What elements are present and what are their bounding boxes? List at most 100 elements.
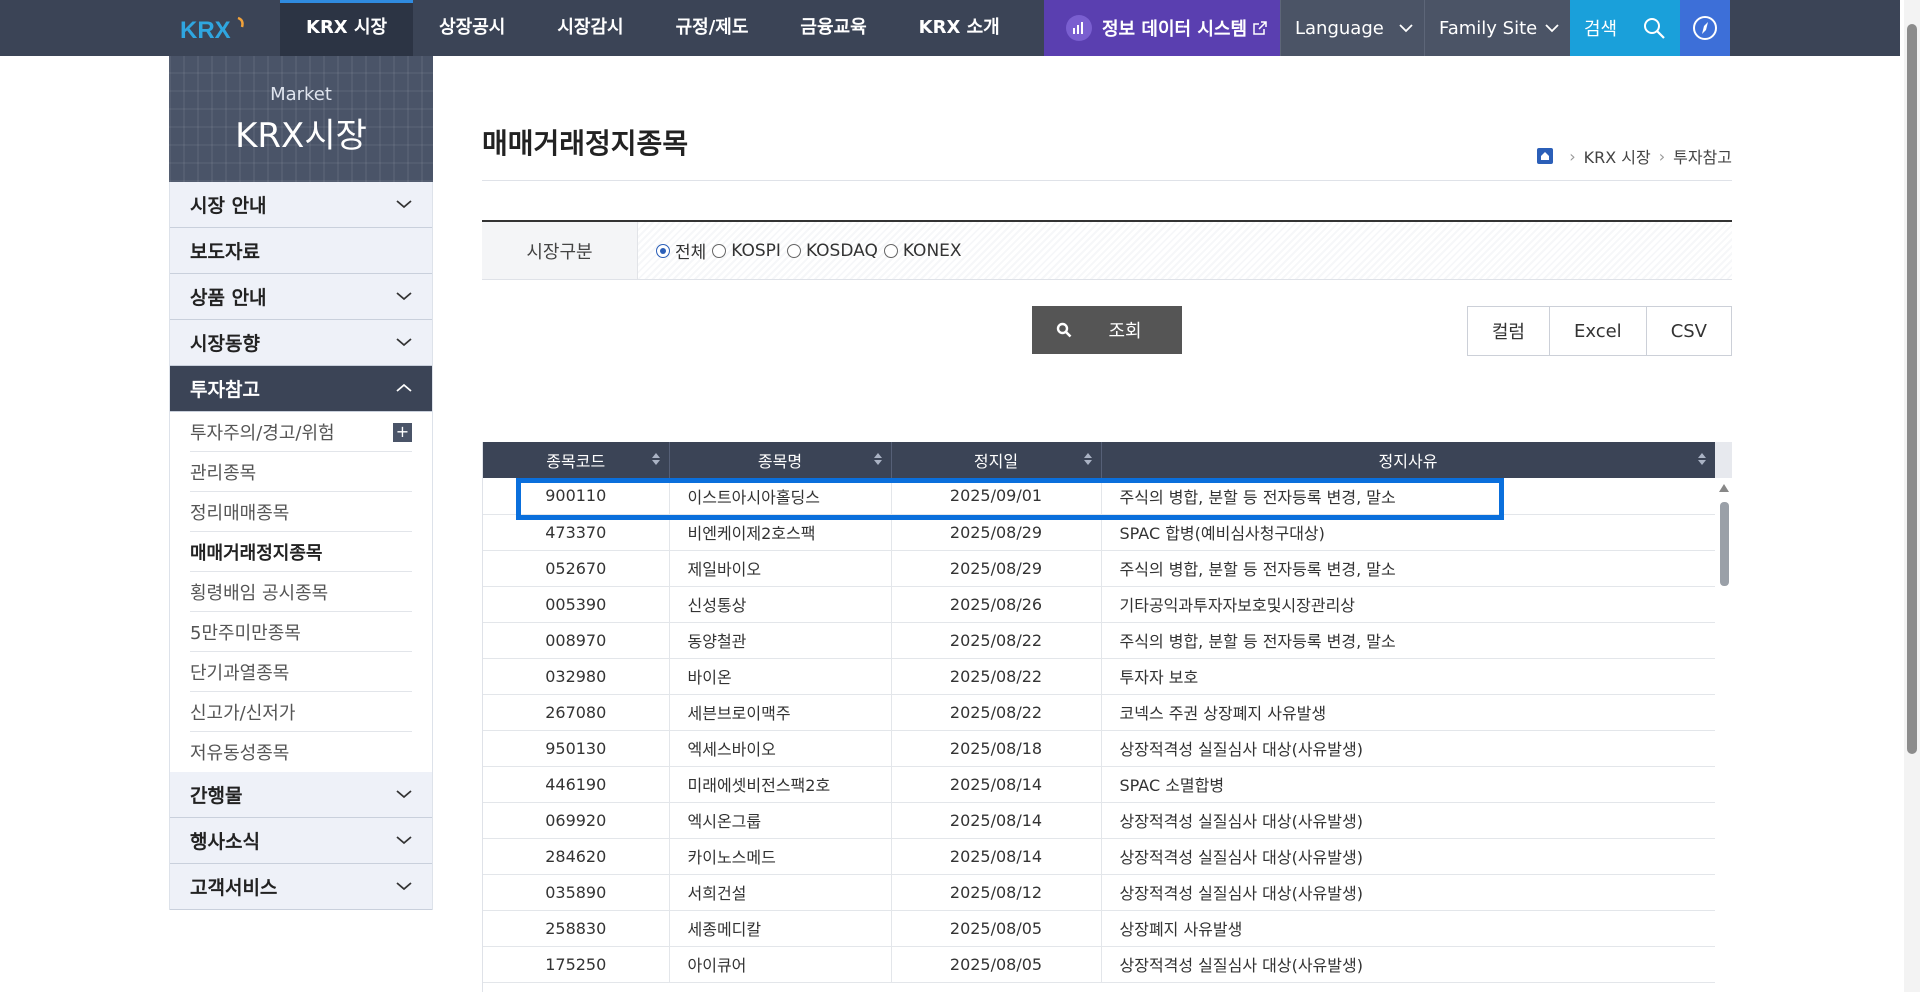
sidebar-item-market-trends[interactable]: 시장동향 — [170, 320, 432, 366]
bar-chart-icon — [1066, 15, 1092, 41]
table-row[interactable]: 005390 신성통상 2025/08/26 기타공익과투자자보호및시장관리상 — [483, 586, 1716, 623]
global-search-button[interactable]: 검색 — [1570, 0, 1680, 56]
breadcrumb-item[interactable]: KRX 시장 — [1584, 144, 1651, 168]
cell-reason: 주식의 병합, 분할 등 전자등록 변경, 말소 — [1101, 550, 1716, 587]
page-scrollbar-thumb[interactable] — [1907, 24, 1917, 754]
nav-listing-disclosure[interactable]: 상장공시 — [413, 0, 531, 56]
page-title: 매매거래정지종목 — [482, 127, 689, 160]
radio-dot — [883, 243, 898, 258]
cell-reason: 상장폐지 사유발생 — [1101, 910, 1716, 947]
column-header-date[interactable]: 정지일 — [891, 442, 1102, 478]
compass-icon — [1693, 16, 1717, 40]
title-divider — [482, 180, 1732, 181]
sidebar-item-label: 간행물 — [190, 785, 243, 807]
cell-reason: 주식의 병합, 분할 등 전자등록 변경, 말소 — [1101, 622, 1716, 659]
global-nav: KRX 시장 상장공시 시장감시 규정/제도 금융교육 KRX 소개 — [280, 0, 1026, 56]
table-row[interactable]: 258830 세종메디칼 2025/08/05 상장폐지 사유발생 — [483, 910, 1716, 947]
column-header-name[interactable]: 종목명 — [669, 442, 892, 478]
page-scrollbar[interactable] — [1904, 0, 1920, 992]
sidebar-item-investment-reference[interactable]: 투자참고 — [170, 366, 432, 412]
search-button[interactable]: 조회 — [1032, 306, 1182, 354]
sitemap-button[interactable] — [1680, 0, 1730, 56]
sidebar: Market KRX시장 시장 안내 보도자료 상품 안내 시장동향 투자참고 … — [169, 56, 433, 910]
table-row[interactable]: 284620 카이노스메드 2025/08/14 상장적격성 실질심사 대상(사유발생… — [483, 838, 1716, 875]
submenu-item[interactable]: 5만주미만종목 — [190, 612, 412, 652]
sort-icon — [651, 453, 660, 465]
nav-rules[interactable]: 규정/제도 — [650, 0, 775, 56]
cell-name: 이스트아시아홀딩스 — [669, 478, 892, 515]
breadcrumb-separator: › — [1658, 146, 1666, 166]
radio-konex[interactable]: KONEX — [883, 241, 962, 261]
nav-krx-market[interactable]: KRX 시장 — [280, 0, 414, 56]
table-row[interactable]: 900110 이스트아시아홀딩스 2025/09/01 주식의 병합, 분할 등 전자… — [483, 478, 1716, 515]
cell-date: 2025/09/01 — [891, 478, 1102, 515]
column-header-label: 종목명 — [757, 452, 803, 471]
sidebar-item-press[interactable]: 보도자료 — [170, 228, 432, 274]
submenu-item[interactable]: 단기과열종목 — [190, 652, 412, 692]
radio-kosdaq[interactable]: KOSDAQ — [786, 240, 878, 261]
scroll-up-icon[interactable] — [1719, 484, 1729, 492]
column-header-label: 정지일 — [973, 452, 1019, 471]
table-row[interactable]: 032980 바이온 2025/08/22 투자자 보호 — [483, 658, 1716, 695]
submenu-item-current[interactable]: 매매거래정지종목 — [190, 532, 412, 572]
cell-reason: 투자자 보호 — [1101, 658, 1716, 695]
cell-reason: 상장적격성 실질심사 대상(사유발생) — [1101, 838, 1716, 875]
search-button-label: 조회 — [1108, 321, 1142, 342]
submenu-item[interactable]: 정리매매종목 — [190, 492, 412, 532]
radio-label: KOSDAQ — [805, 240, 878, 261]
suspended-stocks-table: 종목코드 종목명 정지일 정지사유 900110 이스트아시아홀딩스 2025/09… — [482, 442, 1732, 992]
table-scrollbar[interactable] — [1715, 478, 1732, 992]
cell-date: 2025/08/22 — [891, 622, 1102, 659]
submenu-item[interactable]: 신고가/신저가 — [190, 692, 412, 732]
cell-reason: 기타공익과투자자보호및시장관리상 — [1101, 586, 1716, 623]
breadcrumb: › KRX 시장 › 투자참고 — [1537, 144, 1732, 168]
cell-name: 세종메디칼 — [669, 910, 892, 947]
column-header-code[interactable]: 종목코드 — [483, 442, 670, 478]
krx-logo[interactable]: KRX — [180, 14, 250, 44]
csv-button[interactable]: CSV — [1646, 307, 1731, 355]
chevron-down-icon — [396, 836, 412, 845]
submenu-item-warnings[interactable]: 투자주의/경고/위험 + — [190, 412, 412, 452]
column-button[interactable]: 컬럼 — [1467, 307, 1550, 355]
cell-code: 446190 — [483, 766, 670, 803]
radio-kospi[interactable]: KOSPI — [712, 241, 781, 261]
table-row[interactable]: 175250 아이큐어 2025/08/05 상장적격성 실질심사 대상(사유발생) — [483, 946, 1716, 983]
breadcrumb-item[interactable]: 투자참고 — [1673, 144, 1732, 168]
sidebar-item-products[interactable]: 상품 안내 — [170, 274, 432, 320]
submenu-item[interactable]: 횡령배임 공시종목 — [190, 572, 412, 612]
family-site-select[interactable]: Family Site — [1424, 0, 1570, 56]
table-row[interactable]: 473370 비엔케이제2호스팩 2025/08/29 SPAC 합병(예비심사청구대… — [483, 514, 1716, 551]
data-system-link[interactable]: 정보 데이터 시스템 — [1044, 0, 1280, 56]
table-row[interactable]: 052670 제일바이오 2025/08/29 주식의 병합, 분할 등 전자등록 변… — [483, 550, 1716, 587]
nav-about-krx[interactable]: KRX 소개 — [893, 0, 1026, 56]
cell-code: 267080 — [483, 694, 670, 731]
cell-code: 032980 — [483, 658, 670, 695]
language-select[interactable]: Language — [1280, 0, 1424, 56]
home-icon[interactable] — [1537, 148, 1554, 164]
submenu-item[interactable]: 저유동성종목 — [190, 732, 412, 772]
sort-icon — [1083, 453, 1092, 465]
radio-all[interactable]: 전체 — [656, 238, 706, 263]
cell-reason: 상장적격성 실질심사 대상(사유발생) — [1101, 730, 1716, 767]
table-row[interactable]: 950130 엑세스바이오 2025/08/18 상장적격성 실질심사 대상(사유발생… — [483, 730, 1716, 767]
nav-education[interactable]: 금융교육 — [774, 0, 892, 56]
excel-button[interactable]: Excel — [1550, 307, 1647, 355]
scrollbar-thumb[interactable] — [1720, 502, 1729, 586]
submenu-item[interactable]: 관리종목 — [190, 452, 412, 492]
nav-market-surveillance[interactable]: 시장감시 — [531, 0, 649, 56]
column-header-reason[interactable]: 정지사유 — [1101, 442, 1716, 478]
sidebar-item-publications[interactable]: 간행물 — [170, 772, 432, 818]
cell-name: 바이온 — [669, 658, 892, 695]
sidebar-item-events[interactable]: 행사소식 — [170, 818, 432, 864]
table-row[interactable]: 446190 미래에셋비전스팩2호 2025/08/14 SPAC 소멸합병 — [483, 766, 1716, 803]
cell-name: 비엔케이제2호스팩 — [669, 514, 892, 551]
cell-code: 900110 — [483, 478, 670, 515]
sidebar-item-customer-service[interactable]: 고객서비스 — [170, 864, 432, 910]
sidebar-item-market-guide[interactable]: 시장 안내 — [170, 182, 432, 228]
table-row[interactable]: 267080 세븐브로이맥주 2025/08/22 코넥스 주권 상장폐지 사유발생 — [483, 694, 1716, 731]
table-row[interactable]: 008970 동양철관 2025/08/22 주식의 병합, 분할 등 전자등록 변경… — [483, 622, 1716, 659]
cell-reason: 상장적격성 실질심사 대상(사유발생) — [1101, 802, 1716, 839]
table-row[interactable]: 035890 서희건설 2025/08/12 상장적격성 실질심사 대상(사유발생) — [483, 874, 1716, 911]
expand-plus-icon[interactable]: + — [393, 423, 412, 442]
table-row[interactable]: 069920 엑시온그룹 2025/08/14 상장적격성 실질심사 대상(사유발생) — [483, 802, 1716, 839]
